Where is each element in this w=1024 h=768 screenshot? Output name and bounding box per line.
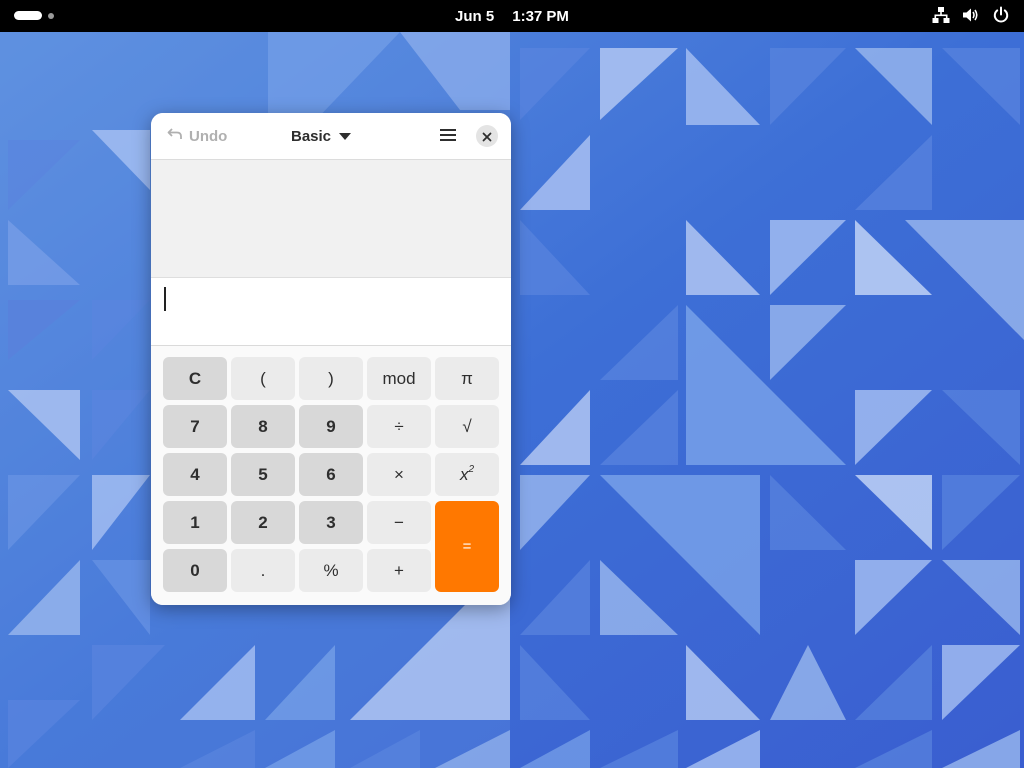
close-button[interactable] <box>476 125 498 147</box>
digit-4-button[interactable]: 4 <box>163 453 227 496</box>
activities-button[interactable] <box>14 11 54 20</box>
text-cursor <box>164 287 166 311</box>
volume-icon[interactable] <box>962 6 980 24</box>
digit-2-button[interactable]: 2 <box>231 501 295 544</box>
header-bar: Undo Basic <box>151 113 511 160</box>
top-bar: Jun 5 1:37 PM <box>0 0 1024 32</box>
hamburger-menu-icon <box>440 127 456 146</box>
digit-5-button[interactable]: 5 <box>231 453 295 496</box>
close-paren-button[interactable]: ) <box>299 357 363 400</box>
add-button[interactable]: + <box>367 549 431 592</box>
square-button[interactable]: x2 <box>435 453 499 496</box>
desktop: Jun 5 1:37 PM Undo Basic C () mod π 7 8… <box>0 0 1024 768</box>
main-menu-button[interactable] <box>434 123 462 149</box>
undo-button[interactable]: Undo <box>161 122 233 150</box>
digit-6-button[interactable]: 6 <box>299 453 363 496</box>
equals-button[interactable]: = <box>435 501 499 592</box>
keypad: C ( ) mod π 7 8 9 ÷ √ 4 5 6 × x2 1 2 3 −… <box>151 346 511 605</box>
workspace-indicator-active <box>14 11 42 20</box>
digit-1-button[interactable]: 1 <box>163 501 227 544</box>
open-paren-button[interactable]: ( <box>231 357 295 400</box>
digit-3-button[interactable]: 3 <box>299 501 363 544</box>
digit-8-button[interactable]: 8 <box>231 405 295 448</box>
history-area[interactable] <box>151 160 511 278</box>
mode-label: Basic <box>291 127 332 145</box>
divide-button[interactable]: ÷ <box>367 405 431 448</box>
power-icon[interactable] <box>992 6 1010 24</box>
workspace-indicator <box>48 12 54 19</box>
decimal-point-button[interactable]: . <box>231 549 295 592</box>
mod-button[interactable]: mod <box>367 357 431 400</box>
multiply-button[interactable]: × <box>367 453 431 496</box>
sqrt-button[interactable]: √ <box>435 405 499 448</box>
chevron-down-icon <box>339 128 352 145</box>
digit-0-button[interactable]: 0 <box>163 549 227 592</box>
mode-selector[interactable]: Basic <box>291 122 352 150</box>
clock[interactable]: Jun 5 1:37 PM <box>0 0 1024 32</box>
calculator-window: Undo Basic C () mod π 7 8 9 ÷ √ 4 5 6 ×… <box>151 113 511 605</box>
system-status-area[interactable] <box>932 6 1010 24</box>
clock-time[interactable]: 1:37 PM <box>512 8 569 25</box>
digit-7-button[interactable]: 7 <box>163 405 227 448</box>
expression-input[interactable] <box>151 278 511 346</box>
subtract-button[interactable]: − <box>367 501 431 544</box>
close-icon <box>482 127 492 146</box>
percent-button[interactable]: % <box>299 549 363 592</box>
square-exponent-label: 2 <box>468 464 475 475</box>
undo-label: Undo <box>189 127 228 145</box>
clock-date[interactable]: Jun 5 <box>455 8 494 25</box>
pi-button[interactable]: π <box>435 357 499 400</box>
network-wired-icon[interactable] <box>932 6 950 24</box>
clear-button[interactable]: C <box>163 357 227 400</box>
undo-icon <box>167 127 183 145</box>
digit-9-button[interactable]: 9 <box>299 405 363 448</box>
